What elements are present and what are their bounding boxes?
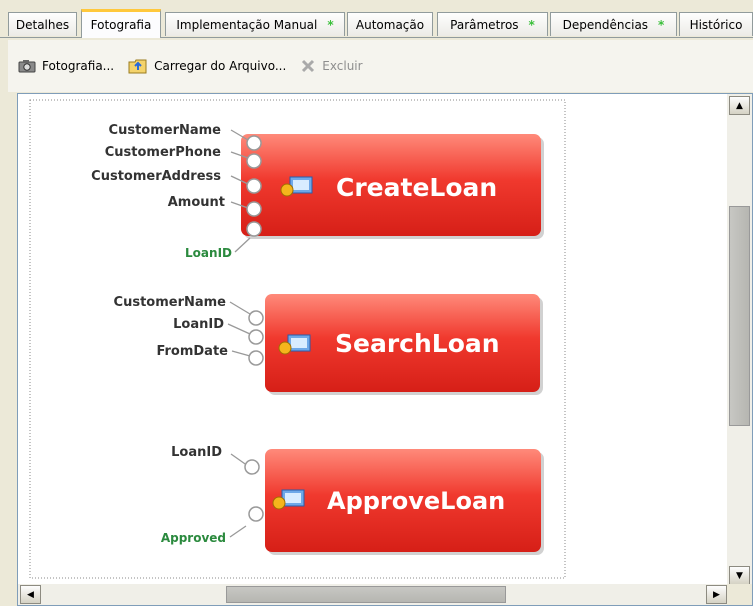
component-createloan: CreateLoan CustomerName CustomerPhone Cu… [91, 123, 544, 260]
tab-label: Automação [355, 17, 425, 32]
delete-x-icon [300, 58, 316, 74]
camera-icon [18, 59, 36, 73]
tab-fotografia[interactable]: Fotografia [81, 9, 161, 38]
delete-label: Excluir [322, 59, 363, 73]
tab-implementacao-manual[interactable]: Implementação Manual * [165, 12, 345, 36]
modified-marker: * [327, 17, 334, 32]
vertical-scrollbar[interactable]: ▲ ▼ [727, 94, 752, 605]
port-circles [244, 459, 264, 522]
arrow-left-icon: ◀ [27, 589, 34, 600]
tab-dependencias[interactable]: Dependências * [550, 12, 677, 36]
tab-label: Dependências [562, 17, 649, 32]
toolbar: Fotografia... Carregar do Arquivo... Exc… [8, 40, 753, 92]
component-title: CreateLoan [336, 173, 497, 202]
arrow-up-icon: ▲ [736, 100, 743, 111]
component-title: ApproveLoan [327, 487, 505, 515]
tab-label: Implementação Manual [176, 17, 318, 32]
input-label: CustomerPhone [105, 145, 221, 160]
input-label: CustomerAddress [91, 169, 221, 184]
component-approveloan: ApproveLoan LoanID Approved [161, 445, 544, 555]
scroll-right-button[interactable]: ▶ [706, 585, 727, 604]
horizontal-scrollbar[interactable]: ◀ ▶ [18, 584, 729, 605]
scroll-left-button[interactable]: ◀ [20, 585, 41, 604]
input-label: CustomerName [114, 295, 227, 310]
tab-label: Fotografia [90, 18, 152, 32]
tab-parametros[interactable]: Parâmetros * [437, 12, 548, 36]
port-circles [248, 310, 264, 366]
tab-label: Detalhes [15, 17, 70, 32]
input-label: FromDate [156, 344, 228, 359]
arrow-down-icon: ▼ [736, 570, 743, 581]
scroll-down-button[interactable]: ▼ [729, 566, 750, 585]
scrollbar-corner [727, 584, 752, 605]
delete-button[interactable]: Excluir [300, 58, 363, 74]
snapshot-button[interactable]: Fotografia... [18, 59, 114, 73]
load-from-file-button[interactable]: Carregar do Arquivo... [128, 57, 286, 75]
snapshot-viewport: CreateLoan CustomerName CustomerPhone Cu… [17, 93, 753, 606]
component-searchloan: SearchLoan CustomerName LoanID FromDate [114, 294, 543, 395]
tab-detalhes[interactable]: Detalhes [8, 12, 77, 36]
vertical-scroll-thumb[interactable] [729, 206, 750, 426]
folder-upload-icon [128, 57, 148, 75]
input-label: CustomerName [109, 123, 222, 138]
tab-automacao[interactable]: Automação [347, 12, 433, 36]
load-from-file-label: Carregar do Arquivo... [154, 59, 287, 73]
scroll-up-button[interactable]: ▲ [729, 96, 750, 115]
modified-marker: * [658, 17, 665, 32]
input-label: LoanID [173, 317, 224, 332]
snapshot-label: Fotografia... [42, 59, 115, 73]
modified-marker: * [528, 17, 535, 32]
tab-label: Histórico [689, 17, 743, 32]
input-label: Amount [168, 195, 225, 210]
component-title: SearchLoan [335, 329, 500, 358]
snapshot-canvas: CreateLoan CustomerName CustomerPhone Cu… [29, 99, 566, 579]
tab-historico[interactable]: Histórico [679, 12, 753, 36]
output-label: LoanID [185, 246, 232, 260]
tab-label: Parâmetros [450, 17, 519, 32]
output-label: Approved [161, 531, 226, 545]
input-label: LoanID [171, 445, 222, 460]
tab-bar: Detalhes Fotografia Implementação Manual… [0, 0, 753, 38]
horizontal-scroll-thumb[interactable] [226, 586, 506, 603]
arrow-right-icon: ▶ [713, 589, 720, 600]
